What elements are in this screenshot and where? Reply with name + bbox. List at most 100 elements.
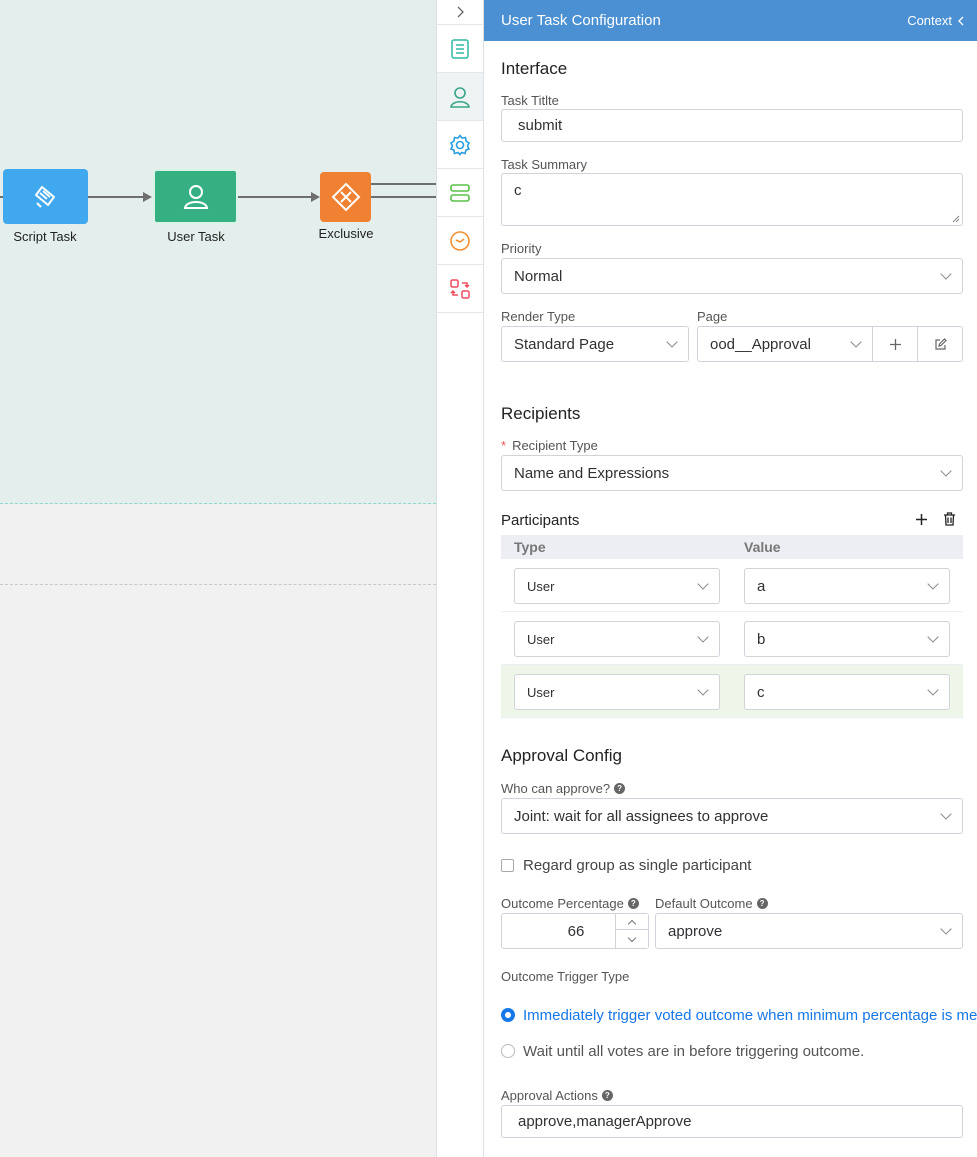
- trigger-wait-radio[interactable]: [501, 1044, 515, 1058]
- delete-participant-button[interactable]: [940, 510, 958, 528]
- participant-type-select[interactable]: User: [514, 568, 720, 604]
- priority-label: Priority: [501, 241, 542, 256]
- chevron-down-icon: [927, 684, 939, 696]
- help-icon[interactable]: ?: [756, 898, 768, 909]
- exclusive-gateway-node[interactable]: [320, 172, 371, 222]
- default-outcome-value: approve: [668, 922, 723, 940]
- decrease-button[interactable]: [615, 930, 648, 948]
- task-summary-label: Task Summary: [501, 157, 587, 172]
- chevron-down-icon: [697, 684, 709, 696]
- who-can-approve-value: Joint: wait for all assignees to approve: [514, 807, 769, 825]
- context-button[interactable]: Context: [907, 13, 965, 28]
- trigger-immediately-radio[interactable]: [501, 1008, 515, 1022]
- default-outcome-select[interactable]: approve: [655, 913, 963, 949]
- chevron-down-icon: [940, 923, 952, 935]
- increase-button[interactable]: [615, 914, 648, 930]
- page-value: ood__Approval: [710, 335, 811, 353]
- task-summary-text: c: [514, 182, 522, 199]
- rail-mapping[interactable]: [437, 265, 483, 313]
- recipient-type-value: Name and Expressions: [514, 464, 670, 482]
- priority-select[interactable]: Normal: [501, 258, 963, 294]
- participants-label: Participants: [501, 512, 580, 529]
- edit-icon: [934, 337, 947, 350]
- arrow-head: [143, 192, 152, 202]
- recipient-type-label-text: Recipient Type: [512, 438, 598, 453]
- swap-icon: [450, 278, 470, 299]
- context-label: Context: [907, 13, 952, 28]
- help-icon[interactable]: ?: [601, 1090, 613, 1101]
- help-icon[interactable]: ?: [614, 783, 626, 794]
- server-icon: [450, 183, 470, 202]
- interface-heading: Interface: [501, 59, 568, 78]
- outcome-percentage-label: Outcome Percentage ?: [501, 896, 639, 911]
- add-participant-button[interactable]: [912, 510, 930, 528]
- participant-value: b: [757, 630, 766, 648]
- approval-heading: Approval Config: [501, 746, 622, 765]
- chevron-down-icon: [627, 933, 637, 942]
- participant-value-select[interactable]: a: [744, 568, 950, 604]
- priority-value: Normal: [514, 267, 563, 285]
- participant-value-select[interactable]: c: [744, 674, 950, 710]
- edge-user-to-exclusive[interactable]: [238, 196, 312, 198]
- page-select[interactable]: ood__Approval: [697, 326, 873, 362]
- edge-script-to-user[interactable]: [88, 196, 144, 198]
- participant-row: User a: [501, 559, 963, 612]
- gear-icon: [449, 133, 471, 156]
- default-outcome-text: Default Outcome: [655, 896, 753, 911]
- rail-properties[interactable]: [437, 25, 483, 73]
- participant-type-value: User: [527, 631, 555, 647]
- swimlane: [0, 0, 436, 504]
- edit-page-button[interactable]: [917, 326, 963, 362]
- add-page-button[interactable]: [872, 326, 918, 362]
- trigger-immediately-label[interactable]: Immediately trigger voted outcome when m…: [523, 1007, 977, 1024]
- participant-value-select[interactable]: b: [744, 621, 950, 657]
- rail-user[interactable]: [437, 73, 483, 121]
- rail-data[interactable]: [437, 169, 483, 217]
- participant-type-select[interactable]: User: [514, 621, 720, 657]
- render-type-select[interactable]: Standard Page: [501, 326, 689, 362]
- help-icon[interactable]: ?: [627, 898, 639, 909]
- config-panel: User Task Configuration Context Interfac…: [484, 0, 977, 1157]
- edge-exclusive-out[interactable]: [371, 183, 436, 185]
- rail-timer[interactable]: [437, 217, 483, 265]
- participant-value: a: [757, 577, 766, 595]
- panel-header: User Task Configuration Context: [484, 0, 977, 41]
- process-canvas[interactable]: Script Task User Task Exclusive: [0, 0, 436, 1157]
- participant-value: c: [757, 683, 765, 701]
- participant-type-select[interactable]: User: [514, 674, 720, 710]
- approval-actions-input[interactable]: approve,managerApprove: [501, 1105, 963, 1138]
- script-icon: [34, 185, 55, 208]
- user-icon: [183, 184, 208, 209]
- chevron-down-icon: [940, 465, 952, 477]
- user-task-node[interactable]: [153, 169, 238, 224]
- user-icon: [450, 86, 470, 108]
- participant-type-value: User: [527, 578, 555, 594]
- rail-settings[interactable]: [437, 121, 483, 169]
- edge-exclusive-out[interactable]: [371, 196, 436, 198]
- script-task-node[interactable]: [3, 169, 88, 224]
- recipient-type-select[interactable]: Name and Expressions: [501, 455, 963, 491]
- who-can-approve-text: Who can approve?: [501, 781, 611, 796]
- script-task-label: Script Task: [13, 229, 77, 244]
- plus-icon: [915, 513, 927, 525]
- approval-actions-text: Approval Actions: [501, 1088, 598, 1103]
- outcome-percentage-stepper[interactable]: 66: [501, 913, 649, 949]
- chevron-down-icon: [850, 336, 862, 348]
- task-title-input[interactable]: submit: [501, 109, 963, 142]
- group-single-participant-checkbox[interactable]: [501, 859, 514, 872]
- render-type-label: Render Type: [501, 309, 576, 324]
- chevron-down-icon: [666, 336, 678, 348]
- trash-icon: [943, 512, 955, 526]
- default-outcome-label: Default Outcome ?: [655, 896, 768, 911]
- task-summary-textarea[interactable]: c: [501, 173, 963, 226]
- chevron-left-icon: [958, 16, 964, 25]
- render-type-value: Standard Page: [514, 335, 615, 353]
- chevron-down-icon: [697, 578, 709, 590]
- group-checkbox-label: Regard group as single participant: [523, 857, 752, 874]
- collapse-toggle[interactable]: [437, 0, 483, 25]
- chevron-down-icon: [940, 268, 952, 280]
- trigger-wait-label[interactable]: Wait until all votes are in before trigg…: [523, 1043, 864, 1060]
- who-can-approve-select[interactable]: Joint: wait for all assignees to approve: [501, 798, 963, 834]
- chevron-up-icon: [627, 919, 637, 928]
- list-icon: [451, 38, 469, 59]
